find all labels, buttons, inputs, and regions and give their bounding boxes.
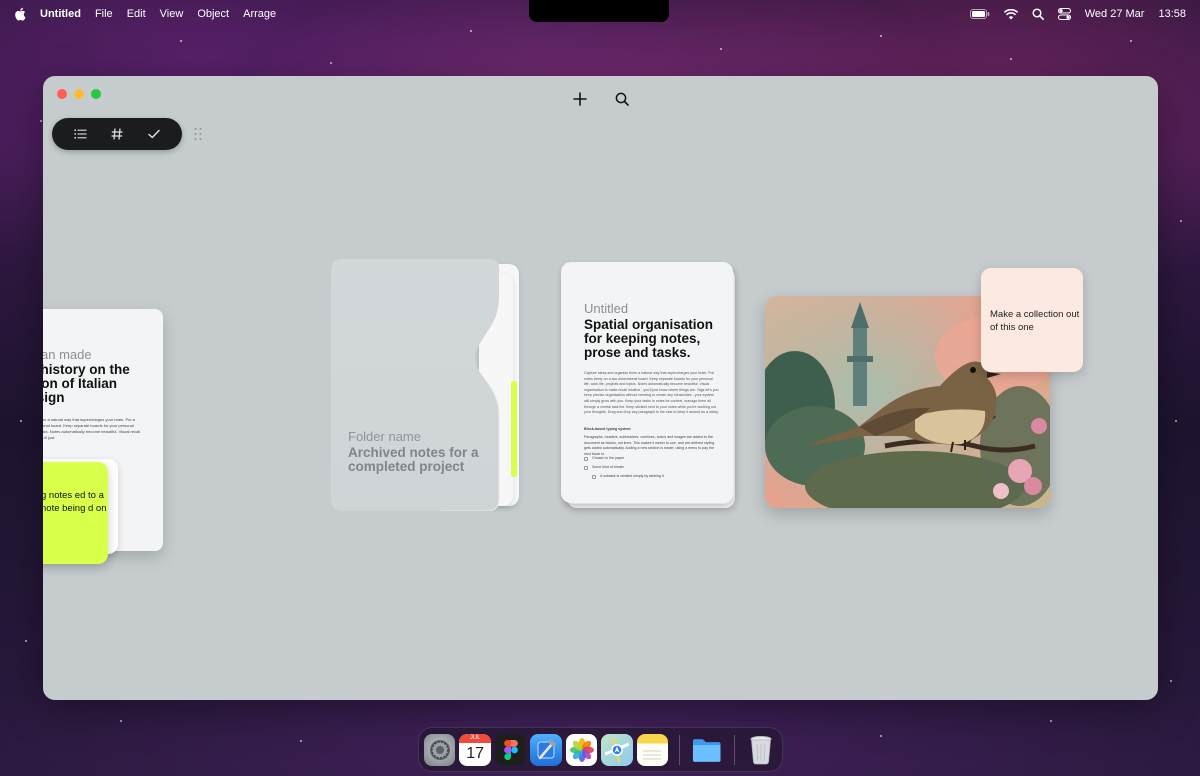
hashtag-icon (111, 128, 123, 140)
gear-icon (429, 739, 450, 760)
document-block-heading: Block-based typing system (584, 427, 631, 431)
document-body: Capture ideas and organise them a natura… (584, 371, 719, 415)
checkmark-icon (147, 129, 160, 139)
plus-icon (573, 92, 587, 106)
drag-handle-icon[interactable] (193, 127, 203, 141)
add-button[interactable] (570, 89, 590, 109)
view-toolbar (52, 118, 182, 150)
dock-separator (679, 734, 681, 765)
collection-note-text: Make a collection out of this one (990, 309, 1080, 333)
menu-view[interactable]: View (160, 8, 184, 20)
menu-edit[interactable]: Edit (127, 8, 146, 20)
task-item: Some kind of binder (592, 465, 624, 469)
document-subtitle: Untitled (584, 301, 629, 316)
menu-object[interactable]: Object (197, 8, 229, 20)
system-settings-dock-icon[interactable] (424, 733, 456, 766)
apple-logo-icon[interactable] (14, 7, 26, 21)
xcode-dock-icon[interactable] (530, 733, 562, 766)
sticky-note-text: g notes ed to a note being d on (43, 490, 107, 514)
calendar-day: 17 (466, 745, 485, 762)
menu-date[interactable]: Wed 27 Mar (1085, 8, 1145, 20)
folder-dock-icon[interactable] (691, 734, 722, 766)
folder-sticky-edge (511, 381, 517, 477)
menu-file[interactable]: File (95, 8, 113, 20)
list-icon (74, 129, 87, 139)
dock-separator (733, 734, 735, 765)
battery-icon[interactable] (969, 9, 990, 19)
trash-dock-icon[interactable] (746, 734, 777, 766)
calendar-dock-icon[interactable]: JUL 17 (459, 733, 491, 766)
note-card-body: organise them a natural way that superch… (43, 417, 141, 440)
wifi-icon[interactable] (1003, 8, 1018, 20)
menu-arrange[interactable]: Arrage (243, 8, 276, 20)
task-checkbox[interactable] (584, 466, 588, 470)
note-card-subtitle: an made (43, 347, 92, 362)
tasks-button[interactable] (143, 123, 165, 145)
trash-icon (750, 735, 772, 764)
list-view-button[interactable] (69, 123, 91, 145)
folder-card[interactable]: Folder name Archived notes for a complet… (331, 259, 503, 511)
folder-icon (693, 738, 721, 762)
note-card-title: ief history on the lution of Italian des… (43, 362, 130, 405)
notes-lines-icon (643, 750, 662, 759)
window-controls (57, 89, 101, 99)
app-window: an made ief history on the lution of Ita… (43, 76, 1158, 700)
photos-dock-icon[interactable] (565, 733, 598, 766)
folder-title: Archived notes for a completed project (348, 445, 479, 474)
subtask-item: A subtask is created simply by tabbing i… (600, 474, 664, 478)
map-pin-icon (604, 737, 629, 762)
menu-time[interactable]: 13:58 (1158, 8, 1186, 20)
menu-app-name[interactable]: Untitled (40, 8, 81, 20)
hammer-icon (537, 738, 557, 759)
search-icon (615, 92, 629, 106)
sticky-note[interactable]: g notes ed to a note being d on (43, 462, 108, 564)
photos-flower-icon (569, 737, 594, 762)
close-window-button[interactable] (57, 89, 67, 99)
calendar-month: JUL (459, 734, 491, 743)
spotlight-search-icon[interactable] (1032, 8, 1044, 20)
task-item: Chosen in the paper (592, 456, 625, 460)
task-checkbox[interactable] (584, 457, 588, 461)
figma-logo-icon (503, 739, 518, 760)
document-title: Spatial organisation for keeping notes, … (584, 317, 714, 360)
notes-dock-icon[interactable] (636, 733, 669, 766)
zoom-window-button[interactable] (91, 89, 101, 99)
subtask-checkbox[interactable] (592, 475, 596, 479)
search-button[interactable] (612, 89, 632, 109)
figma-dock-icon[interactable] (494, 733, 527, 766)
camera-notch (529, 0, 669, 22)
folder-label: Folder name (348, 429, 421, 444)
menu-bar: Untitled File Edit View Object Arrage We… (0, 0, 1200, 28)
maps-dock-icon[interactable] (601, 733, 633, 766)
tags-button[interactable] (106, 123, 128, 145)
dock: JUL 17 (418, 727, 783, 772)
document-card[interactable]: Untitled Spatial organisation for keepin… (561, 262, 733, 503)
control-center-icon[interactable] (1057, 8, 1071, 20)
document-block-body: Paragraphs, headers, subheaders, overlin… (584, 435, 715, 456)
collection-note-card[interactable]: Make a collection out of this one (981, 268, 1083, 372)
minimize-window-button[interactable] (74, 89, 84, 99)
